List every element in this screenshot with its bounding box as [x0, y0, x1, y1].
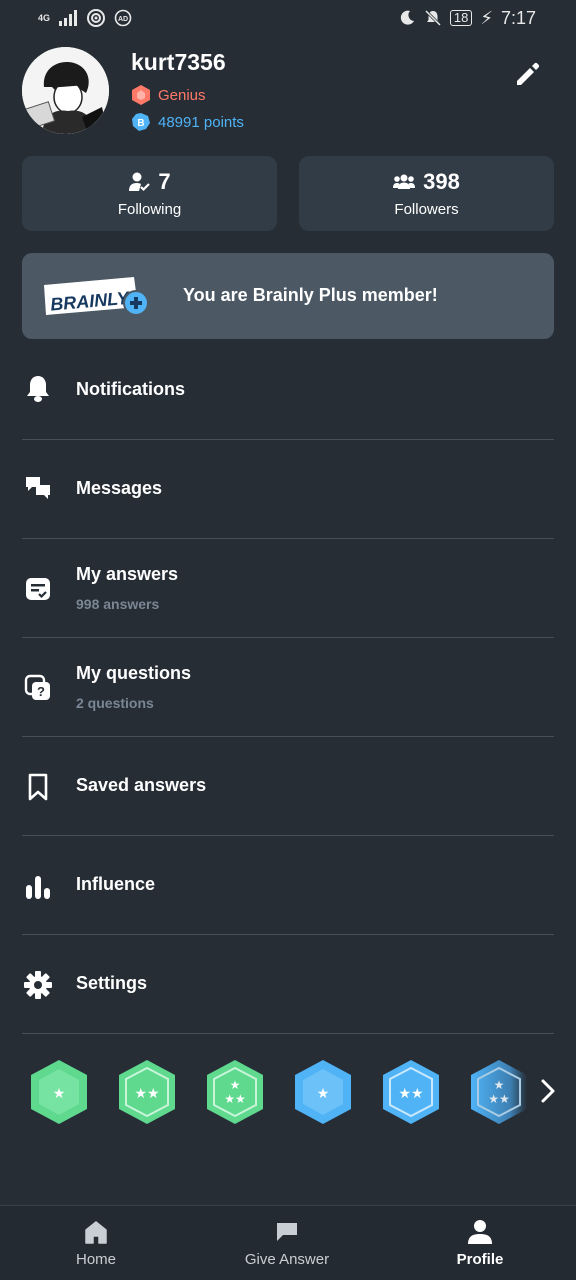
clock: 7:17 — [500, 7, 536, 28]
svg-text:★: ★ — [53, 1086, 66, 1102]
charging-icon: ⚡ — [480, 7, 493, 28]
svg-text:★★: ★★ — [134, 1086, 159, 1102]
avatar[interactable] — [22, 47, 109, 134]
menu-label-my-questions: My questions — [76, 663, 192, 683]
points-icon: B — [132, 113, 150, 131]
rank-label: Genius — [158, 86, 206, 104]
following-count: 7 — [158, 169, 171, 194]
badge-blue-1-star-icon[interactable]: ★ — [292, 1057, 354, 1127]
menu-label-notifications: Notifications — [76, 379, 186, 399]
menu-sub-my-answers: 998 answers — [76, 596, 160, 612]
menu-item-my-questions[interactable]: ? My questions 2 questions — [22, 638, 554, 737]
menu-label-saved-answers: Saved answers — [76, 775, 207, 795]
status-bar-left: 4G AD — [38, 8, 132, 28]
answer-flag-icon — [277, 1223, 297, 1241]
hotspot-icon — [87, 9, 106, 27]
followers-count: 398 — [423, 169, 460, 194]
signal-icon — [59, 10, 78, 26]
bottom-navigation: Home Give Answer Profile — [0, 1205, 576, 1280]
badge-green-3-star-icon[interactable]: ★ ★★ — [204, 1057, 266, 1127]
svg-text:AD: AD — [118, 16, 128, 23]
nav-home[interactable]: Home — [1, 1206, 191, 1280]
following-icon — [129, 172, 151, 192]
moon-icon — [400, 10, 414, 25]
menu-item-my-answers[interactable]: My answers 998 answers — [22, 539, 554, 638]
menu-item-influence[interactable]: Influence — [22, 836, 554, 935]
badge-blue-2-star-icon[interactable]: ★★ — [380, 1057, 442, 1127]
profile-icon — [468, 1220, 492, 1244]
svg-text:★: ★ — [317, 1086, 330, 1102]
svg-text:★: ★ — [494, 1078, 505, 1092]
questions-icon: ? — [22, 672, 54, 704]
svg-text:★★: ★★ — [224, 1092, 246, 1106]
menu-item-notifications[interactable]: Notifications — [22, 341, 554, 440]
nav-give-answer-label: Give Answer — [244, 1251, 330, 1268]
edit-profile-button[interactable] — [510, 58, 544, 92]
badges-row[interactable]: ★ ★★ ★ ★★ ★ ★★ ★ ★★ — [22, 1055, 554, 1127]
answers-icon — [22, 573, 54, 605]
plus-member-message: You are Brainly Plus member! — [183, 285, 438, 305]
badge-blue-3-star-icon[interactable]: ★ ★★ — [468, 1057, 530, 1127]
following-label: Following — [117, 201, 182, 218]
bookmark-icon — [22, 771, 54, 803]
username: kurt7356 — [131, 49, 226, 75]
battery-indicator: 18 — [449, 10, 473, 26]
menu-item-settings[interactable]: Settings — [22, 935, 554, 1034]
messages-icon — [22, 472, 54, 504]
followers-label: Followers — [394, 201, 459, 218]
rank-row: Genius — [131, 84, 206, 106]
menu-item-messages[interactable]: Messages — [22, 440, 554, 539]
brainly-plus-logo: BRAINLY — [44, 277, 149, 316]
nav-profile-label: Profile — [456, 1251, 504, 1268]
pencil-icon — [517, 62, 540, 85]
network-label: 4G — [38, 13, 51, 23]
rank-hexagon-icon — [132, 85, 150, 105]
bar-chart-icon — [22, 871, 54, 903]
badge-green-1-star-icon[interactable]: ★ — [28, 1057, 90, 1127]
gear-icon — [22, 969, 54, 1001]
status-bar-right: 18 ⚡ 7:17 — [398, 8, 536, 29]
menu-label-messages: Messages — [76, 478, 163, 498]
points-label: 48991 points — [158, 113, 244, 131]
svg-text:?: ? — [37, 684, 45, 699]
followers-card[interactable]: 398 Followers — [299, 156, 554, 231]
nav-home-label: Home — [75, 1251, 116, 1268]
nav-profile[interactable]: Profile — [385, 1206, 575, 1280]
home-icon — [85, 1221, 107, 1244]
ad-icon: AD — [114, 9, 132, 27]
followers-icon — [393, 174, 416, 189]
nav-give-answer[interactable]: Give Answer — [192, 1206, 382, 1280]
points-row: B 48991 points — [131, 112, 244, 132]
badge-green-2-star-icon[interactable]: ★★ — [116, 1057, 178, 1127]
menu-label-my-answers: My answers — [76, 564, 179, 584]
status-bar: 4G AD 18 ⚡ 7:17 — [0, 0, 576, 36]
menu-sub-my-questions: 2 questions — [76, 695, 154, 711]
menu-label-settings: Settings — [76, 973, 148, 993]
menu-item-saved-answers[interactable]: Saved answers — [22, 737, 554, 836]
chevron-right-icon[interactable] — [538, 1078, 558, 1104]
muted-bell-icon — [424, 9, 441, 27]
svg-text:★★: ★★ — [488, 1092, 510, 1106]
svg-text:★: ★ — [230, 1078, 241, 1092]
bell-icon — [22, 373, 54, 405]
menu-label-influence: Influence — [76, 874, 156, 894]
brainly-plus-banner[interactable]: BRAINLY You are Brainly Plus member! — [22, 253, 554, 339]
svg-text:B: B — [137, 118, 144, 129]
avatar-illustration — [22, 47, 109, 134]
following-card[interactable]: 7 Following — [22, 156, 277, 231]
svg-text:★★: ★★ — [398, 1086, 423, 1102]
